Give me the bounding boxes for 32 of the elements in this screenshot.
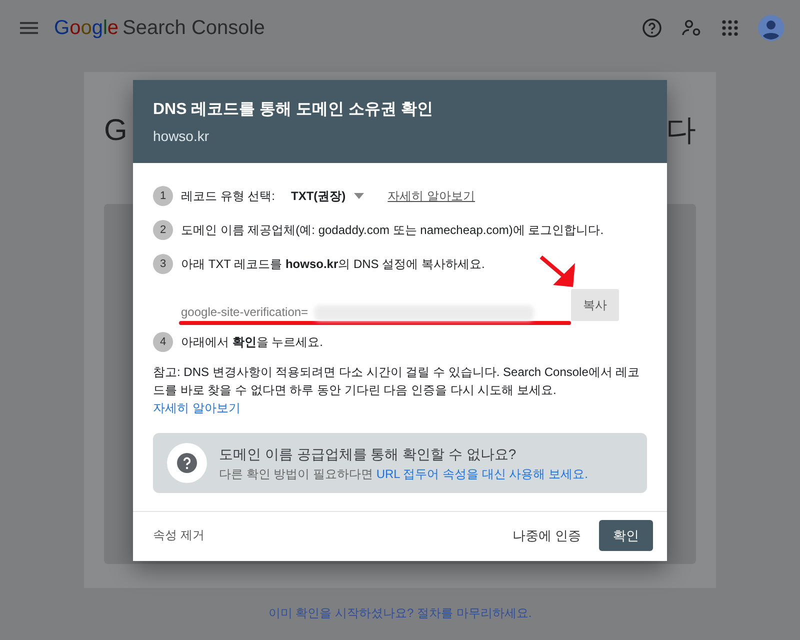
confirm-button[interactable]: 확인 — [599, 520, 653, 551]
arrow-annotation — [539, 255, 577, 289]
step-number: 4 — [153, 332, 173, 352]
step-text: 아래에서 확인을 누르세요. — [181, 334, 324, 351]
dialog-title: DNS 레코드를 통해 도메인 소유권 확인 — [153, 100, 434, 120]
dialog-subtitle: howso.kr — [153, 127, 210, 146]
product-name: Search Console — [122, 16, 265, 41]
help-text: 다른 확인 방법이 필요하다면 URL 접두어 속성을 대신 사용해 보세요. — [219, 466, 588, 482]
apps-icon[interactable] — [722, 20, 738, 36]
remove-property-button[interactable]: 속성 제거 — [153, 526, 204, 544]
caret-icon — [354, 193, 364, 199]
learn-more-link[interactable]: 자세히 알아보기 — [153, 401, 240, 415]
step-number: 2 — [153, 220, 173, 240]
step-number: 1 — [153, 186, 173, 206]
learn-more-link[interactable]: 자세히 알아보기 — [388, 187, 476, 205]
page-heading: G — [104, 113, 128, 149]
user-settings-icon[interactable] — [682, 19, 702, 37]
verify-later-button[interactable]: 나중에 인증 — [502, 520, 591, 551]
note-text: 참고: DNS 변경사항이 적용되려면 다소 시간이 걸릴 수 있습니다. Search Console에서 레코드를 바로 찾을 수 없다면 하루 동안 기다린 다음 인증을 다시 시도해 보세요. 자세히 알아보기 — [153, 364, 641, 417]
help-icon[interactable] — [642, 18, 662, 38]
record-value: google-site-verification= — [181, 304, 308, 321]
help-icon — [177, 453, 197, 473]
page-heading: 다 — [666, 113, 696, 149]
step-number: 3 — [153, 254, 173, 274]
help-title: 도메인 이름 공급업체를 통해 확인할 수 없나요? — [219, 444, 518, 464]
step-text: 아래 TXT 레코드를 howso.kr의 DNS 설정에 복사하세요. — [181, 256, 485, 273]
avatar-icon[interactable] — [758, 15, 784, 41]
menu-icon[interactable] — [20, 22, 38, 34]
step-text: 도메인 이름 제공업체(예: godaddy.com 또는 namecheap.com)에 로그인합니다. — [181, 222, 604, 239]
step-label: 레코드 유형 선택: — [181, 188, 276, 205]
copy-button[interactable]: 복사 — [571, 289, 619, 321]
record-type-select[interactable]: TXT(권장) — [291, 187, 364, 205]
